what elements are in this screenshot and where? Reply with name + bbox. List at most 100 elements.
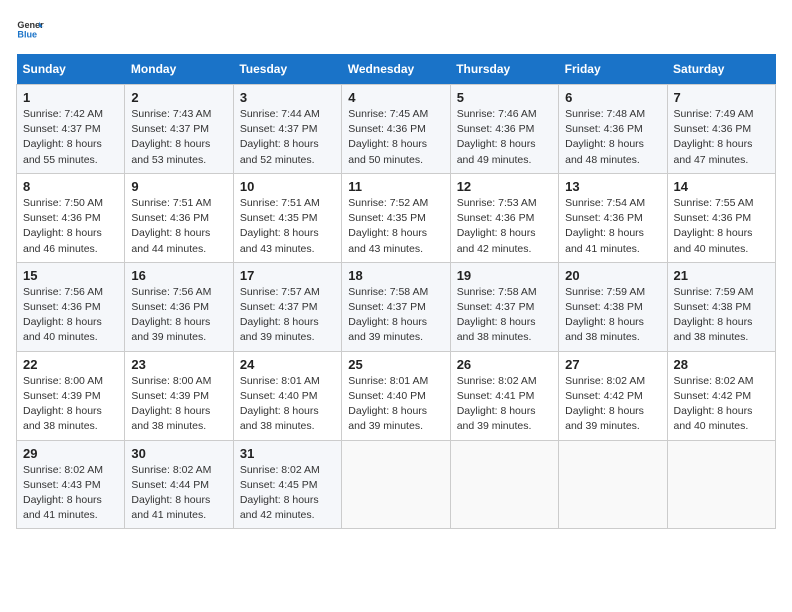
day-number: 10 bbox=[240, 179, 335, 194]
day-details: Sunrise: 7:58 AMSunset: 4:37 PMDaylight:… bbox=[348, 286, 428, 344]
day-details: Sunrise: 7:51 AMSunset: 4:35 PMDaylight:… bbox=[240, 197, 320, 255]
calendar-cell: 9 Sunrise: 7:51 AMSunset: 4:36 PMDayligh… bbox=[125, 173, 233, 262]
day-number: 24 bbox=[240, 357, 335, 372]
weekday-header-thursday: Thursday bbox=[450, 54, 558, 85]
day-number: 30 bbox=[131, 446, 226, 461]
day-details: Sunrise: 7:46 AMSunset: 4:36 PMDaylight:… bbox=[457, 108, 537, 166]
day-details: Sunrise: 7:53 AMSunset: 4:36 PMDaylight:… bbox=[457, 197, 537, 255]
day-number: 28 bbox=[674, 357, 769, 372]
day-details: Sunrise: 8:00 AMSunset: 4:39 PMDaylight:… bbox=[131, 375, 211, 433]
logo: General Blue bbox=[16, 16, 44, 44]
day-number: 5 bbox=[457, 90, 552, 105]
day-details: Sunrise: 8:02 AMSunset: 4:42 PMDaylight:… bbox=[674, 375, 754, 433]
calendar-cell: 8 Sunrise: 7:50 AMSunset: 4:36 PMDayligh… bbox=[17, 173, 125, 262]
day-number: 17 bbox=[240, 268, 335, 283]
day-number: 23 bbox=[131, 357, 226, 372]
calendar-cell: 18 Sunrise: 7:58 AMSunset: 4:37 PMDaylig… bbox=[342, 262, 450, 351]
day-details: Sunrise: 7:56 AMSunset: 4:36 PMDaylight:… bbox=[131, 286, 211, 344]
calendar-cell: 22 Sunrise: 8:00 AMSunset: 4:39 PMDaylig… bbox=[17, 351, 125, 440]
day-details: Sunrise: 7:58 AMSunset: 4:37 PMDaylight:… bbox=[457, 286, 537, 344]
calendar-cell bbox=[667, 440, 775, 529]
calendar-cell: 23 Sunrise: 8:00 AMSunset: 4:39 PMDaylig… bbox=[125, 351, 233, 440]
calendar-cell bbox=[559, 440, 667, 529]
calendar-cell: 28 Sunrise: 8:02 AMSunset: 4:42 PMDaylig… bbox=[667, 351, 775, 440]
day-number: 9 bbox=[131, 179, 226, 194]
calendar-cell: 14 Sunrise: 7:55 AMSunset: 4:36 PMDaylig… bbox=[667, 173, 775, 262]
day-number: 27 bbox=[565, 357, 660, 372]
logo-icon: General Blue bbox=[16, 16, 44, 44]
day-number: 25 bbox=[348, 357, 443, 372]
day-number: 18 bbox=[348, 268, 443, 283]
calendar-cell: 3 Sunrise: 7:44 AMSunset: 4:37 PMDayligh… bbox=[233, 85, 341, 174]
calendar-cell: 27 Sunrise: 8:02 AMSunset: 4:42 PMDaylig… bbox=[559, 351, 667, 440]
weekday-header-monday: Monday bbox=[125, 54, 233, 85]
weekday-header-sunday: Sunday bbox=[17, 54, 125, 85]
day-details: Sunrise: 8:01 AMSunset: 4:40 PMDaylight:… bbox=[348, 375, 428, 433]
calendar-cell: 20 Sunrise: 7:59 AMSunset: 4:38 PMDaylig… bbox=[559, 262, 667, 351]
calendar-cell: 21 Sunrise: 7:59 AMSunset: 4:38 PMDaylig… bbox=[667, 262, 775, 351]
day-details: Sunrise: 8:02 AMSunset: 4:45 PMDaylight:… bbox=[240, 464, 320, 522]
calendar-week-row: 29 Sunrise: 8:02 AMSunset: 4:43 PMDaylig… bbox=[17, 440, 776, 529]
calendar-cell: 29 Sunrise: 8:02 AMSunset: 4:43 PMDaylig… bbox=[17, 440, 125, 529]
calendar-week-row: 22 Sunrise: 8:00 AMSunset: 4:39 PMDaylig… bbox=[17, 351, 776, 440]
day-details: Sunrise: 7:51 AMSunset: 4:36 PMDaylight:… bbox=[131, 197, 211, 255]
calendar-week-row: 15 Sunrise: 7:56 AMSunset: 4:36 PMDaylig… bbox=[17, 262, 776, 351]
day-details: Sunrise: 7:52 AMSunset: 4:35 PMDaylight:… bbox=[348, 197, 428, 255]
day-details: Sunrise: 7:59 AMSunset: 4:38 PMDaylight:… bbox=[674, 286, 754, 344]
calendar-cell: 4 Sunrise: 7:45 AMSunset: 4:36 PMDayligh… bbox=[342, 85, 450, 174]
page-header: General Blue bbox=[16, 16, 776, 44]
calendar-cell bbox=[342, 440, 450, 529]
day-number: 2 bbox=[131, 90, 226, 105]
day-details: Sunrise: 8:02 AMSunset: 4:41 PMDaylight:… bbox=[457, 375, 537, 433]
calendar-cell: 31 Sunrise: 8:02 AMSunset: 4:45 PMDaylig… bbox=[233, 440, 341, 529]
day-number: 11 bbox=[348, 179, 443, 194]
calendar-cell: 26 Sunrise: 8:02 AMSunset: 4:41 PMDaylig… bbox=[450, 351, 558, 440]
day-details: Sunrise: 8:02 AMSunset: 4:42 PMDaylight:… bbox=[565, 375, 645, 433]
calendar-table: SundayMondayTuesdayWednesdayThursdayFrid… bbox=[16, 54, 776, 529]
day-number: 6 bbox=[565, 90, 660, 105]
weekday-header-friday: Friday bbox=[559, 54, 667, 85]
day-number: 3 bbox=[240, 90, 335, 105]
day-details: Sunrise: 8:00 AMSunset: 4:39 PMDaylight:… bbox=[23, 375, 103, 433]
day-number: 31 bbox=[240, 446, 335, 461]
day-number: 22 bbox=[23, 357, 118, 372]
day-details: Sunrise: 7:55 AMSunset: 4:36 PMDaylight:… bbox=[674, 197, 754, 255]
day-number: 19 bbox=[457, 268, 552, 283]
weekday-header-row: SundayMondayTuesdayWednesdayThursdayFrid… bbox=[17, 54, 776, 85]
calendar-cell: 11 Sunrise: 7:52 AMSunset: 4:35 PMDaylig… bbox=[342, 173, 450, 262]
day-number: 12 bbox=[457, 179, 552, 194]
day-details: Sunrise: 7:50 AMSunset: 4:36 PMDaylight:… bbox=[23, 197, 103, 255]
day-number: 1 bbox=[23, 90, 118, 105]
day-details: Sunrise: 7:43 AMSunset: 4:37 PMDaylight:… bbox=[131, 108, 211, 166]
weekday-header-tuesday: Tuesday bbox=[233, 54, 341, 85]
day-details: Sunrise: 7:54 AMSunset: 4:36 PMDaylight:… bbox=[565, 197, 645, 255]
day-number: 7 bbox=[674, 90, 769, 105]
day-details: Sunrise: 7:45 AMSunset: 4:36 PMDaylight:… bbox=[348, 108, 428, 166]
calendar-cell: 17 Sunrise: 7:57 AMSunset: 4:37 PMDaylig… bbox=[233, 262, 341, 351]
day-number: 15 bbox=[23, 268, 118, 283]
calendar-cell: 7 Sunrise: 7:49 AMSunset: 4:36 PMDayligh… bbox=[667, 85, 775, 174]
day-details: Sunrise: 7:57 AMSunset: 4:37 PMDaylight:… bbox=[240, 286, 320, 344]
calendar-week-row: 1 Sunrise: 7:42 AMSunset: 4:37 PMDayligh… bbox=[17, 85, 776, 174]
calendar-cell: 6 Sunrise: 7:48 AMSunset: 4:36 PMDayligh… bbox=[559, 85, 667, 174]
calendar-cell bbox=[450, 440, 558, 529]
day-number: 29 bbox=[23, 446, 118, 461]
day-details: Sunrise: 8:02 AMSunset: 4:43 PMDaylight:… bbox=[23, 464, 103, 522]
weekday-header-wednesday: Wednesday bbox=[342, 54, 450, 85]
day-details: Sunrise: 7:59 AMSunset: 4:38 PMDaylight:… bbox=[565, 286, 645, 344]
svg-text:Blue: Blue bbox=[17, 30, 37, 40]
calendar-cell: 16 Sunrise: 7:56 AMSunset: 4:36 PMDaylig… bbox=[125, 262, 233, 351]
calendar-cell: 24 Sunrise: 8:01 AMSunset: 4:40 PMDaylig… bbox=[233, 351, 341, 440]
calendar-cell: 30 Sunrise: 8:02 AMSunset: 4:44 PMDaylig… bbox=[125, 440, 233, 529]
day-details: Sunrise: 8:02 AMSunset: 4:44 PMDaylight:… bbox=[131, 464, 211, 522]
day-details: Sunrise: 7:56 AMSunset: 4:36 PMDaylight:… bbox=[23, 286, 103, 344]
calendar-cell: 10 Sunrise: 7:51 AMSunset: 4:35 PMDaylig… bbox=[233, 173, 341, 262]
day-number: 21 bbox=[674, 268, 769, 283]
calendar-cell: 12 Sunrise: 7:53 AMSunset: 4:36 PMDaylig… bbox=[450, 173, 558, 262]
day-details: Sunrise: 7:48 AMSunset: 4:36 PMDaylight:… bbox=[565, 108, 645, 166]
day-number: 14 bbox=[674, 179, 769, 194]
day-details: Sunrise: 7:44 AMSunset: 4:37 PMDaylight:… bbox=[240, 108, 320, 166]
day-number: 13 bbox=[565, 179, 660, 194]
day-number: 26 bbox=[457, 357, 552, 372]
calendar-cell: 2 Sunrise: 7:43 AMSunset: 4:37 PMDayligh… bbox=[125, 85, 233, 174]
